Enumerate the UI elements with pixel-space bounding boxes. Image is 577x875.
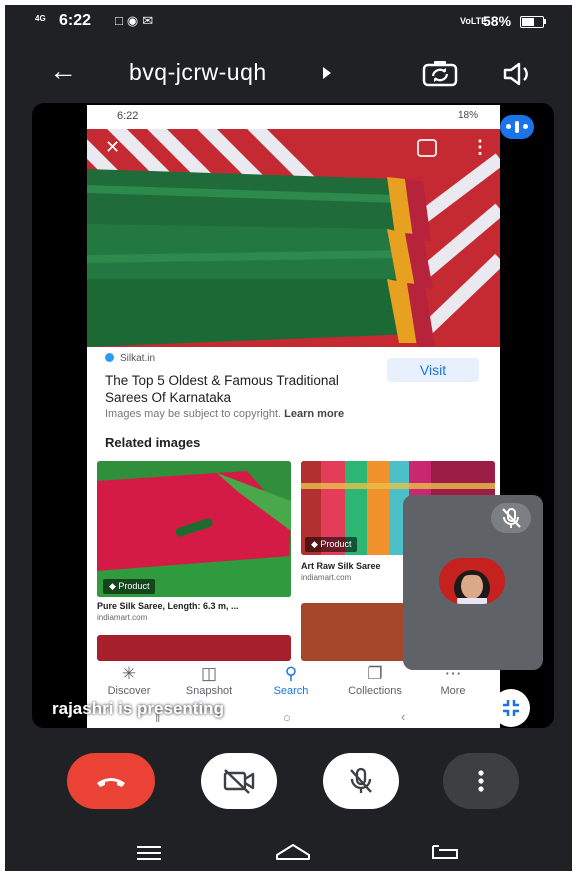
nav-label: Snapshot: [185, 685, 233, 697]
saree-photo: [87, 129, 500, 347]
close-icon[interactable]: ✕: [105, 137, 120, 158]
asterisk-icon: ✳: [121, 664, 137, 683]
more-vert-icon[interactable]: ⋮: [471, 137, 489, 158]
source-row: Silkat.in: [105, 353, 155, 364]
learn-more-link[interactable]: Learn more: [284, 408, 344, 420]
status-time: 6:22: [59, 12, 92, 29]
nav-snapshot[interactable]: ◫ Snapshot: [169, 663, 249, 697]
nav-discover[interactable]: ✳ Discover: [89, 663, 169, 697]
audio-dot-middle: [515, 121, 519, 133]
self-muted-indicator: [491, 503, 531, 533]
search-icon: ⚲: [284, 664, 298, 683]
product-badge: ◆ Product: [103, 579, 156, 594]
more-options-button[interactable]: [443, 753, 519, 809]
status-bar: 4G 6:22 □◉✉ VoLTE 58%: [5, 5, 572, 39]
article-title[interactable]: The Top 5 Oldest & Famous Traditional Sa…: [105, 372, 375, 406]
nav-label: More: [440, 685, 466, 697]
exit-fullscreen-button[interactable]: [492, 689, 530, 727]
thumb-caption-1: Pure Silk Saree, Length: 6.3 m, ...: [97, 601, 239, 611]
nav-label: Search: [273, 685, 309, 697]
product-badge-label: Product: [118, 581, 150, 591]
shared-status-time: 6:22: [117, 110, 139, 122]
shared-status-battery: 18%: [457, 110, 478, 121]
battery-percent: 58%: [483, 13, 512, 29]
mic-toggle-button[interactable]: [323, 753, 399, 809]
camera-off-icon: [223, 769, 255, 794]
notification-icons: □◉✉: [115, 13, 158, 28]
product-badge-label: Product: [320, 539, 352, 549]
snapshot-icon: ◫: [200, 664, 218, 683]
meeting-info-caret-icon[interactable]: [323, 67, 331, 79]
copyright-note: Images may be subject to copyright. Lear…: [105, 408, 344, 420]
thumb-source-2: indiamart.com: [301, 573, 352, 582]
battery-tip: [544, 19, 546, 24]
source-name: Silkat.in: [120, 353, 156, 364]
switch-camera-icon[interactable]: [421, 59, 459, 89]
related-image-1[interactable]: ◆ Product: [97, 461, 291, 597]
thumb-source-1: indiamart.com: [97, 613, 148, 622]
back-arrow-icon[interactable]: ←: [49, 57, 77, 85]
related-image-4[interactable]: [301, 603, 405, 661]
lens-icon[interactable]: [417, 139, 437, 157]
participant-avatar: [439, 558, 505, 604]
more-vert-icon: [478, 770, 484, 792]
red-saree-photo: [97, 461, 291, 597]
audio-dot-right: [523, 124, 528, 129]
related-image-3[interactable]: [97, 635, 291, 661]
speaker-icon[interactable]: [501, 61, 537, 87]
presenting-label: rajashri is presenting: [52, 699, 224, 718]
meet-call-screen: 4G 6:22 □◉✉ VoLTE 58% ← bvq-jcrw-uqh 6:2…: [5, 5, 572, 871]
audio-dot-left: [506, 124, 511, 129]
mic-off-icon: [502, 508, 521, 528]
audio-level-icon[interactable]: [500, 115, 534, 139]
mic-off-icon: [350, 767, 372, 793]
nav-collections[interactable]: ❐ Collections: [335, 663, 415, 697]
battery-icon: [520, 16, 544, 28]
copyright-text: Images may be subject to copyright.: [105, 408, 282, 420]
back-icon[interactable]: [429, 842, 461, 862]
network-indicator: 4G: [35, 14, 46, 23]
shared-status-bar: 6:22 18%: [87, 105, 500, 129]
home-icon[interactable]: [273, 841, 313, 863]
end-call-button[interactable]: [67, 753, 155, 809]
meeting-code[interactable]: bvq-jcrw-uqh: [129, 59, 267, 86]
call-header: ← bvq-jcrw-uqh: [5, 45, 572, 101]
nav-search[interactable]: ⚲ Search: [251, 663, 331, 697]
nav-label: Discover: [107, 685, 151, 697]
camera-toggle-button[interactable]: [201, 753, 277, 809]
menu-icon[interactable]: [135, 845, 163, 861]
shared-back-icon: ‹: [401, 709, 406, 724]
nav-label: Collections: [348, 685, 402, 697]
self-view-tile[interactable]: [403, 495, 543, 670]
thumb-caption-2: Art Raw Silk Saree: [301, 561, 381, 571]
hang-up-icon: [97, 778, 125, 787]
saree-hero-image: ✕ ⋮: [87, 129, 500, 347]
collections-icon: ❐: [367, 664, 383, 683]
shared-home-icon: ○: [283, 710, 291, 725]
collapse-icon: [503, 700, 519, 716]
system-nav-bar: [5, 831, 572, 871]
related-images-heading: Related images: [105, 435, 201, 450]
avatar-photo: [439, 558, 505, 604]
visit-button[interactable]: Visit: [387, 358, 479, 382]
product-badge: ◆ Product: [305, 537, 358, 552]
source-favicon-icon: [105, 353, 114, 362]
